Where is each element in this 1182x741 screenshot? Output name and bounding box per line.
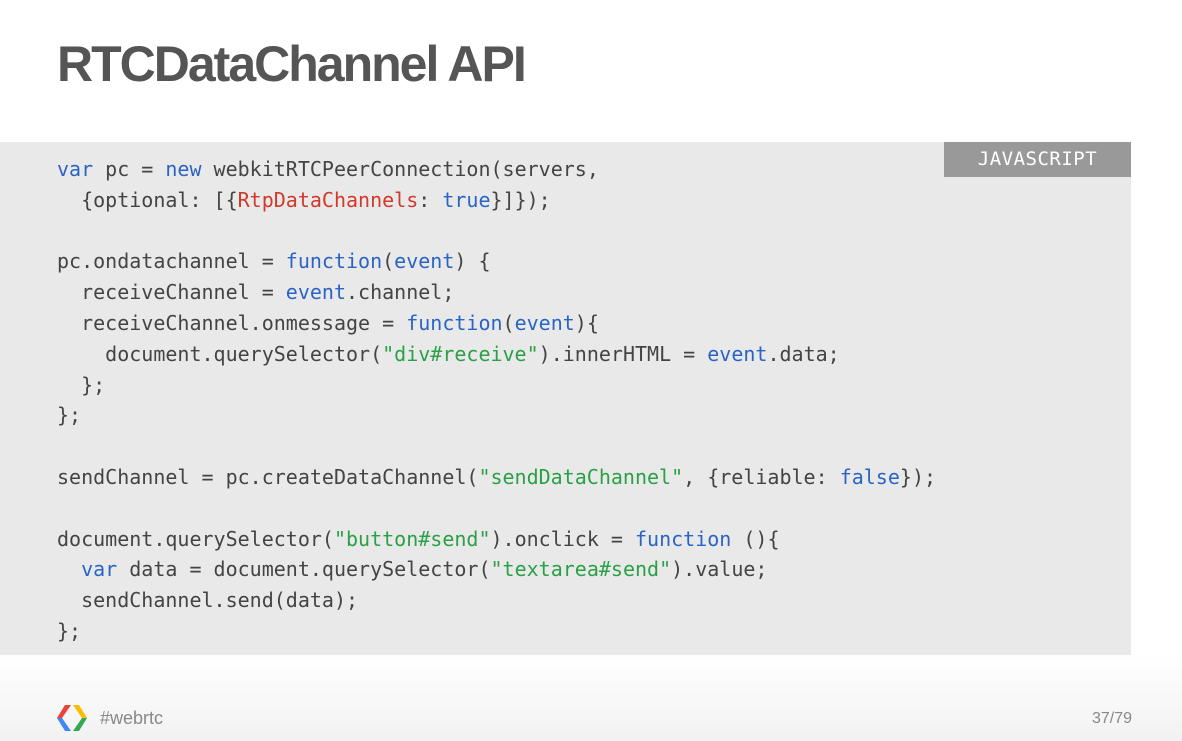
code-token: "textarea#send" — [490, 557, 672, 582]
code-token: var — [57, 157, 94, 181]
code-token: ) { — [454, 249, 491, 274]
code-line: sendChannel.send(data); — [57, 585, 936, 616]
code-token: function — [406, 310, 503, 335]
slide-title: RTCDataChannel API — [57, 36, 527, 92]
page-indicator: 37/79 — [1091, 710, 1132, 727]
code-token: : — [418, 187, 443, 212]
code-token: new — [165, 157, 202, 181]
hashtag-label: #webrtc — [100, 708, 164, 728]
code-token: ).value; — [671, 557, 768, 582]
code-line: }; — [57, 370, 936, 401]
code-line: var data = document.querySelector("texta… — [57, 554, 936, 585]
code-line: }; — [57, 400, 936, 431]
code-token: receiveChannel = — [57, 280, 286, 305]
code-line: document.querySelector("div#receive").in… — [57, 339, 936, 370]
code-line: pc.ondatachannel = function(event) { — [57, 246, 936, 277]
code-token: data = document.querySelector( — [117, 557, 491, 582]
code-token: }]}); — [490, 187, 551, 212]
code-token: "button#send" — [333, 526, 491, 551]
code-token: document.querySelector( — [57, 341, 383, 366]
code-token: true — [442, 187, 491, 212]
code-token: function — [285, 249, 383, 274]
code-line: {optional: [{RtpDataChannels: true}]}); — [57, 185, 936, 216]
code-token: ).onclick = — [490, 526, 635, 551]
code-line: }; — [57, 616, 936, 647]
code-token: var — [81, 557, 118, 582]
code-token: }; — [57, 372, 106, 397]
code-line: sendChannel = pc.createDataChannel("send… — [57, 462, 936, 493]
code-token: }; — [57, 618, 82, 643]
code-token: event — [707, 341, 768, 366]
code-token: ).innerHTML = — [538, 341, 708, 366]
code-token: event — [394, 249, 455, 274]
language-badge: JAVASCRIPT — [944, 142, 1131, 177]
code-token: receiveChannel.onmessage = — [57, 310, 407, 335]
code-token: , {reliable: — [683, 464, 840, 489]
code-line: receiveChannel = event.channel; — [57, 277, 936, 308]
code-token: "div#receive" — [382, 341, 539, 366]
code-token: pc.ondatachannel = — [57, 249, 286, 274]
code-token: pc = — [93, 157, 166, 181]
code-token: {optional: [{ — [57, 187, 238, 212]
code-token: webkitRTCPeerConnection(servers, — [201, 157, 599, 181]
code-line: document.querySelector("button#send").on… — [57, 524, 936, 555]
code-block: var pc = new webkitRTCPeerConnection(ser… — [57, 154, 936, 647]
code-token: sendChannel.send(data); — [57, 588, 359, 613]
code-token: RtpDataChannels — [237, 187, 419, 212]
code-token: sendChannel = pc.createDataChannel( — [57, 464, 479, 489]
code-token: (){ — [731, 526, 780, 551]
footer: #webrtc 37/79 — [0, 655, 1182, 741]
code-line: var pc = new webkitRTCPeerConnection(ser… — [57, 154, 936, 185]
code-line: receiveChannel.onmessage = function(even… — [57, 308, 936, 339]
code-token: }; — [57, 403, 82, 428]
google-developers-logo-icon — [57, 705, 87, 731]
code-token: event — [514, 310, 575, 335]
code-token: .data; — [767, 341, 840, 366]
code-token: document.querySelector( — [57, 526, 334, 551]
code-token: function — [635, 526, 732, 551]
code-token: ( — [382, 249, 395, 274]
code-token: ){ — [574, 310, 599, 335]
code-token: ( — [502, 310, 515, 335]
code-token: event — [285, 280, 346, 305]
code-token: .channel; — [346, 280, 455, 305]
code-panel: JAVASCRIPT var pc = new webkitRTCPeerCon… — [0, 142, 1131, 655]
code-token: "sendDataChannel" — [478, 464, 684, 489]
code-token: false — [839, 464, 900, 489]
code-token: }); — [899, 464, 937, 489]
